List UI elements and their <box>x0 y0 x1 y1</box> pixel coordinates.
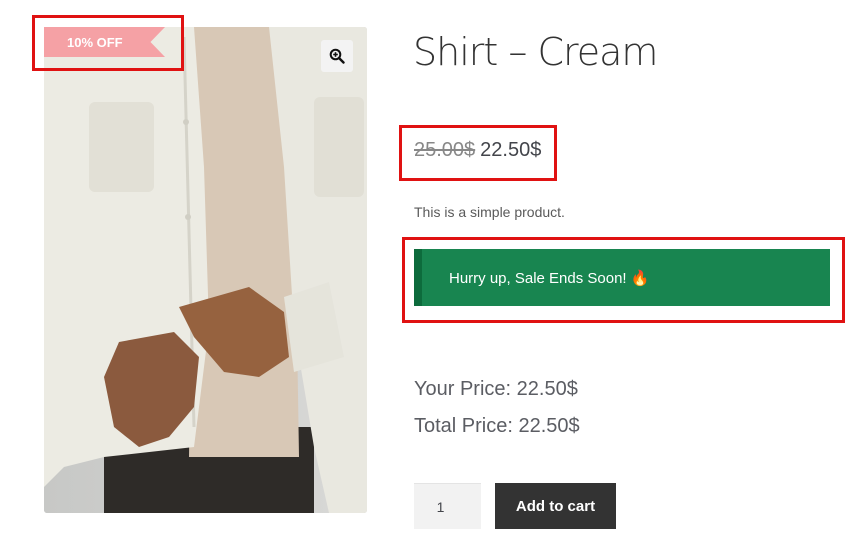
product-image[interactable] <box>44 27 367 513</box>
add-to-cart-button[interactable]: Add to cart <box>495 483 616 529</box>
highlight-box-notice <box>402 237 845 323</box>
total-price: Total Price: 22.50$ <box>414 415 580 437</box>
shirt-photo <box>44 27 367 513</box>
highlight-box-price <box>399 125 557 181</box>
product-page: 10% OFF Shirt – Cream 25.00$ 22.50$ This … <box>0 0 857 551</box>
product-title: Shirt – Cream <box>413 30 658 74</box>
your-price: Your Price: 22.50$ <box>414 378 578 400</box>
zoom-in-icon <box>329 48 345 64</box>
short-description: This is a simple product. <box>414 204 565 220</box>
zoom-button[interactable] <box>321 40 353 72</box>
highlight-box-badge <box>32 15 184 71</box>
quantity-input[interactable] <box>414 483 481 529</box>
